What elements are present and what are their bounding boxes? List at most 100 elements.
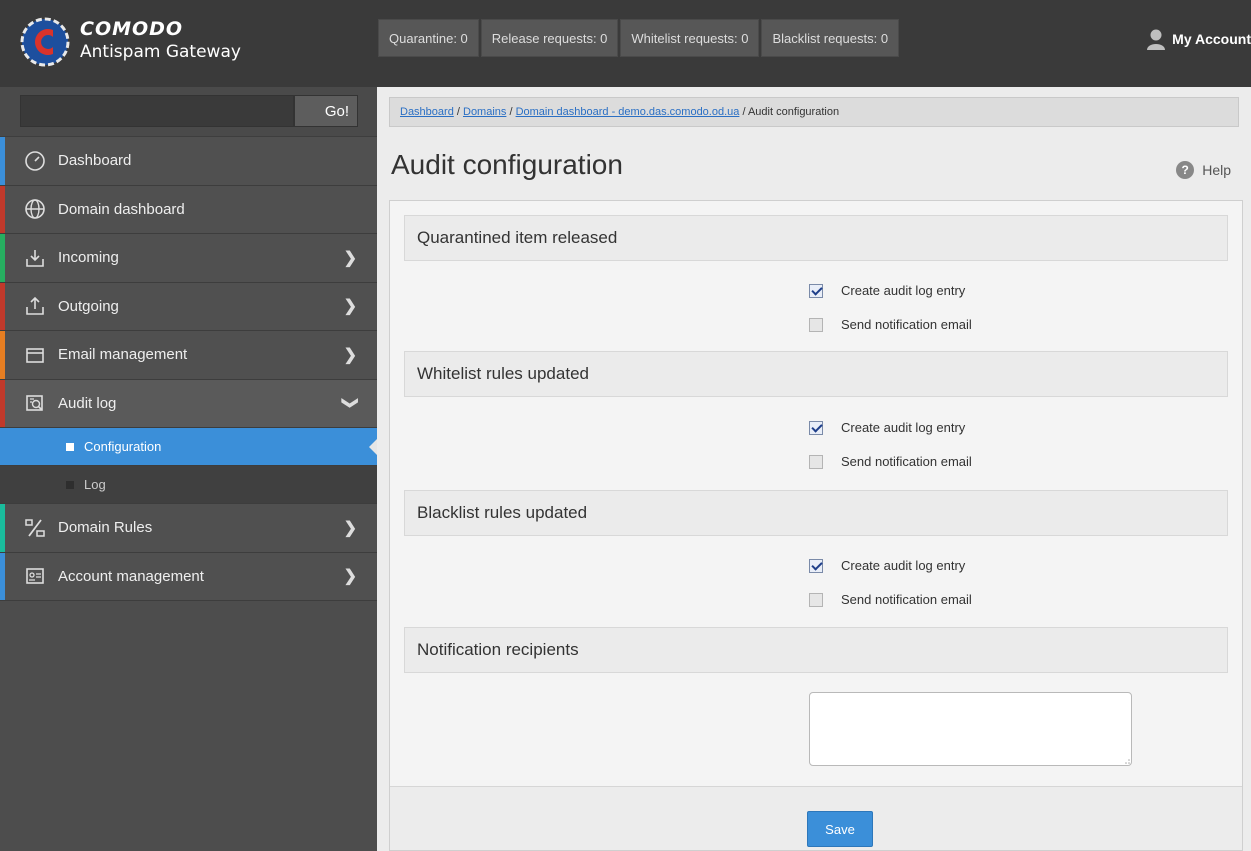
save-button[interactable]: Save bbox=[807, 811, 873, 847]
quarantine-counter[interactable]: Quarantine: 0 bbox=[378, 19, 479, 57]
go-button[interactable]: Go! bbox=[294, 95, 358, 127]
breadcrumb-separator: / bbox=[506, 106, 516, 118]
item-color-stripe bbox=[0, 331, 5, 379]
sidebar-search-input[interactable] bbox=[20, 95, 294, 127]
inbox-download-icon bbox=[26, 249, 44, 267]
checkbox-label: Send notification email bbox=[841, 317, 972, 332]
chevron-down-icon: ❯ bbox=[341, 396, 359, 410]
checkbox-label: Send notification email bbox=[841, 454, 972, 469]
item-color-stripe bbox=[0, 379, 5, 427]
request-counters: Quarantine: 0 Release requests: 0 Whitel… bbox=[378, 19, 900, 57]
sidebar-item-label: Domain dashboard bbox=[58, 200, 185, 218]
bullet-square-icon bbox=[66, 442, 74, 451]
sidebar: Go! Dashboard Domain dashboard Incoming … bbox=[0, 87, 377, 851]
send-notification-option[interactable]: Send notification email bbox=[809, 592, 972, 607]
audit-search-icon bbox=[26, 395, 43, 412]
create-audit-log-option[interactable]: Create audit log entry bbox=[809, 283, 965, 298]
checkbox-label: Send notification email bbox=[841, 592, 972, 607]
sidebar-item-label: Incoming bbox=[58, 249, 119, 267]
chevron-right-icon: ❯ bbox=[343, 346, 357, 364]
checkbox-checked[interactable] bbox=[809, 558, 823, 573]
breadcrumb-separator: / bbox=[739, 106, 748, 118]
help-link[interactable]: ? Help bbox=[1176, 161, 1231, 179]
sidebar-item-incoming[interactable]: Incoming ❯ bbox=[0, 234, 377, 283]
sidebar-subitem-label: Log bbox=[84, 477, 106, 492]
brand-name: COMODO bbox=[80, 18, 184, 40]
sidebar-item-email-management[interactable]: Email management ❯ bbox=[0, 331, 377, 380]
sidebar-item-label: Domain Rules bbox=[58, 519, 153, 537]
blacklist-requests-counter[interactable]: Blacklist requests: 0 bbox=[761, 19, 900, 57]
audit-config-panel: Quarantined item released Create audit l… bbox=[389, 200, 1243, 851]
page-title: Audit configuration bbox=[391, 149, 623, 180]
create-audit-log-option[interactable]: Create audit log entry bbox=[809, 558, 965, 573]
sidebar-subitem-log[interactable]: Log bbox=[0, 466, 377, 504]
send-notification-option[interactable]: Send notification email bbox=[809, 317, 972, 332]
section-header: Quarantined item released bbox=[404, 215, 1228, 261]
logo[interactable]: COMODO Antispam Gateway bbox=[20, 12, 350, 72]
release-requests-counter[interactable]: Release requests: 0 bbox=[480, 19, 619, 57]
whitelist-requests-counter[interactable]: Whitelist requests: 0 bbox=[620, 19, 760, 57]
section-header: Notification recipients bbox=[404, 627, 1228, 673]
sidebar-item-dashboard[interactable]: Dashboard bbox=[0, 137, 377, 186]
chevron-right-icon: ❯ bbox=[343, 519, 357, 537]
breadcrumb-current: Audit configuration bbox=[747, 106, 840, 118]
main-content: Dashboard / Domains / Domain dashboard -… bbox=[377, 87, 1251, 851]
inbox-upload-icon bbox=[26, 297, 44, 316]
sidebar-item-label: Account management bbox=[58, 567, 204, 585]
chevron-right-icon: ❯ bbox=[343, 568, 357, 586]
sidebar-item-domain-rules[interactable]: Domain Rules ❯ bbox=[0, 504, 377, 553]
checkbox-label: Create audit log entry bbox=[841, 283, 966, 298]
sidebar-item-domain-dashboard[interactable]: Domain dashboard bbox=[0, 185, 377, 234]
my-account-button[interactable]: My Account bbox=[1146, 28, 1251, 50]
item-color-stripe bbox=[0, 137, 5, 185]
sidebar-search: Go! bbox=[0, 87, 377, 137]
checkbox-unchecked[interactable] bbox=[809, 317, 823, 332]
sidebar-subitem-label: Configuration bbox=[84, 439, 162, 454]
breadcrumb-link-dashboard[interactable]: Dashboard bbox=[400, 106, 454, 118]
send-notification-option[interactable]: Send notification email bbox=[809, 454, 972, 469]
breadcrumb-link-domains[interactable]: Domains bbox=[463, 106, 506, 118]
resize-grip-icon[interactable] bbox=[1122, 756, 1130, 764]
section-header: Blacklist rules updated bbox=[404, 490, 1228, 536]
globe-icon bbox=[25, 199, 45, 220]
checkbox-unchecked[interactable] bbox=[809, 592, 823, 607]
envelope-icon bbox=[26, 347, 44, 363]
sidebar-item-label: Email management bbox=[58, 346, 188, 364]
breadcrumb: Dashboard / Domains / Domain dashboard -… bbox=[389, 97, 1239, 127]
my-account-label: My Account bbox=[1172, 31, 1251, 47]
chevron-right-icon: ❯ bbox=[343, 298, 357, 316]
breadcrumb-separator: / bbox=[453, 106, 463, 118]
item-color-stripe bbox=[0, 282, 5, 330]
item-color-stripe bbox=[0, 504, 5, 552]
form-footer: Save bbox=[390, 786, 1242, 850]
sidebar-item-outgoing[interactable]: Outgoing ❯ bbox=[0, 282, 377, 331]
sidebar-subitem-configuration[interactable]: Configuration bbox=[0, 428, 377, 466]
rules-icon bbox=[25, 519, 45, 537]
sidebar-item-label: Outgoing bbox=[58, 297, 119, 315]
top-bar: COMODO Antispam Gateway Quarantine: 0 Re… bbox=[0, 0, 1251, 87]
bullet-square-icon bbox=[66, 480, 74, 489]
account-card-icon bbox=[26, 568, 44, 585]
item-color-stripe bbox=[0, 552, 5, 600]
checkbox-checked[interactable] bbox=[809, 420, 823, 435]
section-header: Whitelist rules updated bbox=[404, 351, 1228, 397]
create-audit-log-option[interactable]: Create audit log entry bbox=[809, 420, 965, 435]
user-icon bbox=[1147, 29, 1166, 50]
sidebar-item-audit-log[interactable]: Audit log ❯ bbox=[0, 379, 377, 428]
sidebar-item-label: Audit log bbox=[58, 394, 117, 412]
sidebar-item-label: Dashboard bbox=[58, 152, 132, 170]
product-name: Antispam Gateway bbox=[80, 42, 241, 62]
checkbox-label: Create audit log entry bbox=[841, 420, 966, 435]
help-label: Help bbox=[1202, 162, 1231, 178]
breadcrumb-link-domain-dashboard[interactable]: Domain dashboard - demo.das.comodo.od.ua bbox=[516, 106, 740, 118]
help-question-icon: ? bbox=[1176, 161, 1195, 179]
checkbox-checked[interactable] bbox=[809, 283, 823, 298]
checkbox-label: Create audit log entry bbox=[841, 558, 966, 573]
speedometer-icon bbox=[25, 150, 45, 171]
notification-recipients-textarea[interactable] bbox=[809, 692, 1132, 766]
active-indicator bbox=[369, 439, 377, 455]
chevron-right-icon: ❯ bbox=[343, 249, 357, 267]
checkbox-unchecked[interactable] bbox=[809, 454, 823, 469]
sidebar-item-account-management[interactable]: Account management ❯ bbox=[0, 552, 377, 601]
item-color-stripe bbox=[0, 185, 5, 233]
